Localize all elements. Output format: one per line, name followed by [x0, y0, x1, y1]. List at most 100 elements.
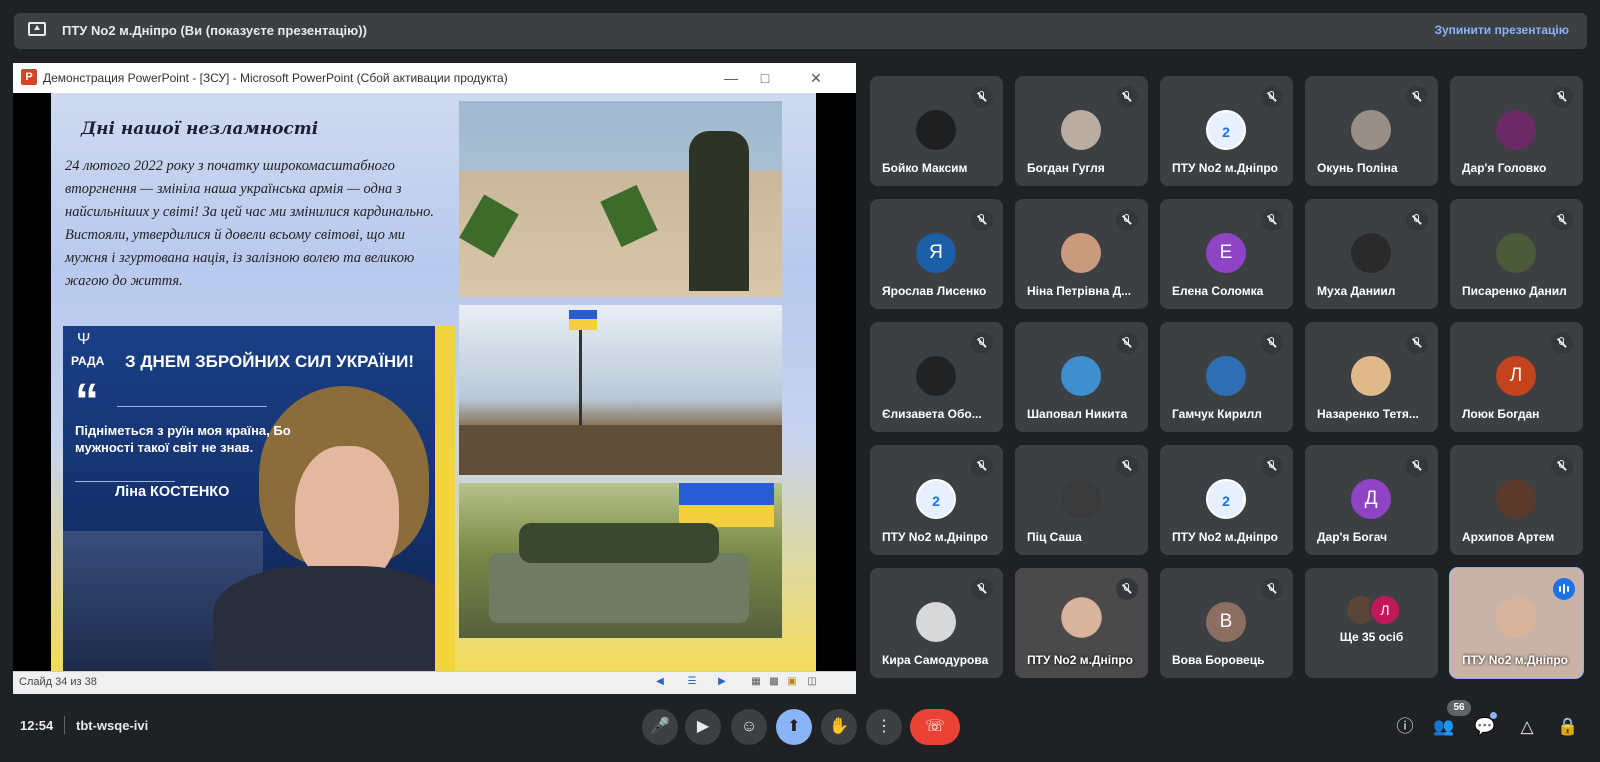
avatar: [1061, 233, 1101, 273]
mic-button[interactable]: 🎤: [642, 709, 678, 745]
avatar: [1206, 356, 1246, 396]
slide-area: Дні нашої незламності 24 лютого 2022 рок…: [13, 93, 856, 671]
participant-tile[interactable]: Л Ще 35 осіб: [1305, 568, 1438, 678]
present-button[interactable]: ⬆: [776, 709, 812, 745]
participant-tile[interactable]: Муха Даниил: [1305, 199, 1438, 309]
menu-icon[interactable]: ☰: [685, 676, 699, 688]
participant-name: ПТУ No2 м.Дніпро: [882, 530, 989, 544]
participant-name: Ярослав Лисенко: [882, 284, 987, 298]
participant-tile[interactable]: Єлизавета Обо...: [870, 322, 1003, 432]
presenting-banner: ПТУ No2 м.Дніпро (Ви (показуєте презента…: [14, 13, 1587, 49]
next-slide-icon[interactable]: ▶: [715, 676, 729, 688]
participant-tile[interactable]: Бойко Максим: [870, 76, 1003, 186]
more-options-button[interactable]: ⋮: [866, 709, 902, 745]
slide: Дні нашої незламності 24 лютого 2022 рок…: [51, 93, 816, 671]
activities-icon[interactable]: △: [1515, 715, 1539, 739]
clock: 12:54: [20, 718, 54, 733]
info-icon[interactable]: ⓘ: [1393, 715, 1417, 739]
mic-off-icon: [1551, 86, 1573, 108]
avatar: [916, 602, 956, 642]
avatar: 2: [1206, 110, 1246, 150]
participant-tile[interactable]: Е Елена Соломка: [1160, 199, 1293, 309]
presenting-text: ПТУ No2 м.Дніпро (Ви (показуєте презента…: [62, 23, 367, 38]
mic-off-icon: [1406, 86, 1428, 108]
participant-tile[interactable]: 2 ПТУ No2 м.Дніпро: [1160, 76, 1293, 186]
avatar: Л: [1496, 356, 1536, 396]
mic-off-icon: [1406, 332, 1428, 354]
stop-presenting-button[interactable]: Зупинити презентацію: [1434, 23, 1569, 37]
participant-name: ПТУ No2 м.Дніпро: [1462, 653, 1569, 667]
minimize-icon[interactable]: —: [713, 66, 749, 90]
emoji-icon: ☺: [740, 718, 758, 735]
participant-tile[interactable]: Архипов Артем: [1450, 445, 1583, 555]
participant-tile[interactable]: 2 ПТУ No2 м.Дніпро: [1160, 445, 1293, 555]
reading-view-icon[interactable]: ▣: [785, 676, 799, 688]
more-vert-icon: ⋮: [876, 718, 892, 735]
mic-off-icon: [1116, 209, 1138, 231]
participant-name: Елена Соломка: [1172, 284, 1264, 298]
mic-off-icon: [1261, 209, 1283, 231]
prev-slide-icon[interactable]: ◀: [653, 676, 667, 688]
participant-tile[interactable]: Дар'я Головко: [1450, 76, 1583, 186]
slide-counter: Слайд 34 из 38: [19, 676, 97, 688]
participant-tile[interactable]: Ніна Петрівна Д...: [1015, 199, 1148, 309]
participant-tile[interactable]: ПТУ No2 м.Дніпро: [1015, 568, 1148, 678]
close-icon[interactable]: ✕: [798, 66, 834, 90]
mic-off-icon: [971, 578, 993, 600]
participant-tile[interactable]: Писаренко Данил: [1450, 199, 1583, 309]
participant-tile[interactable]: ПТУ No2 м.Дніпро: [1449, 567, 1584, 679]
lock-person-icon[interactable]: 🔒: [1556, 715, 1580, 739]
participant-name: Лоюк Богдан: [1462, 407, 1540, 421]
participant-tile[interactable]: Гамчук Кирилл: [1160, 322, 1293, 432]
camera-button[interactable]: ▶: [685, 709, 721, 745]
participant-tile[interactable]: В Вова Боровець: [1160, 568, 1293, 678]
avatar: [1351, 356, 1391, 396]
slideshow-view-icon[interactable]: ◫: [805, 676, 819, 688]
mic-off-icon: [1116, 578, 1138, 600]
participant-name: ПТУ No2 м.Дніпро: [1027, 653, 1134, 667]
participant-tile[interactable]: Л Лоюк Богдан: [1450, 322, 1583, 432]
poster-headline: З ДНЕМ ЗБРОЙНИХ СИЛ УКРАЇНИ!: [125, 352, 415, 371]
poster-author: Ліна КОСТЕНКО: [115, 484, 230, 500]
participant-name: Богдан Гугля: [1027, 161, 1105, 175]
raise-hand-button[interactable]: ✋: [821, 709, 857, 745]
participant-tile[interactable]: Кира Самодурова: [870, 568, 1003, 678]
participant-name: Ще 35 осіб: [1339, 630, 1404, 644]
participant-tile[interactable]: 2 ПТУ No2 м.Дніпро: [870, 445, 1003, 555]
participant-tile[interactable]: Богдан Гугля: [1015, 76, 1148, 186]
participant-tile[interactable]: Окунь Поліна: [1305, 76, 1438, 186]
participant-name: Писаренко Данил: [1462, 284, 1567, 298]
poster: Ψ РАДА З ДНЕМ ЗБРОЙНИХ СИЛ УКРАЇНИ! “ Пі…: [63, 326, 455, 671]
emoji-button[interactable]: ☺: [731, 709, 767, 745]
mic-off-icon: [1116, 86, 1138, 108]
participant-tile[interactable]: Піц Саша: [1015, 445, 1148, 555]
participant-name: Шаповал Никита: [1027, 407, 1128, 421]
powerpoint-titlebar: P Демонстрация PowerPoint - [ЗСУ] - Micr…: [13, 63, 856, 93]
sorter-view-icon[interactable]: ▩: [767, 676, 781, 688]
meeting-code: tbt-wsqe-ivi: [76, 718, 149, 733]
soldier-beach-photo: [459, 101, 782, 297]
participant-name: Архипов Артем: [1462, 530, 1555, 544]
mic-off-icon: [971, 455, 993, 477]
call-end-icon: ☏: [924, 718, 945, 735]
maximize-icon[interactable]: □: [747, 66, 783, 90]
slide-title: Дні нашої незламності: [81, 119, 319, 139]
participant-tile[interactable]: Шаповал Никита: [1015, 322, 1148, 432]
avatar: 2: [1206, 479, 1246, 519]
mic-off-icon: [971, 209, 993, 231]
participant-name: ПТУ No2 м.Дніпро: [1172, 530, 1279, 544]
participant-name: Піц Саша: [1027, 530, 1082, 544]
normal-view-icon[interactable]: ▦: [749, 676, 763, 688]
participant-name: Ніна Петрівна Д...: [1027, 284, 1132, 298]
avatar: Я: [916, 233, 956, 273]
avatar: В: [1206, 602, 1246, 642]
participant-tile[interactable]: Д Дар'я Богач: [1305, 445, 1438, 555]
avatar: [1496, 233, 1536, 273]
leave-call-button[interactable]: ☏: [910, 709, 960, 745]
people-icon[interactable]: 👥: [1432, 715, 1456, 739]
mic-off-icon: [1551, 332, 1573, 354]
participant-tile[interactable]: Я Ярослав Лисенко: [870, 199, 1003, 309]
avatar: [1351, 233, 1391, 273]
chat-icon[interactable]: 💬: [1473, 715, 1497, 739]
participant-tile[interactable]: Назаренко Тетя...: [1305, 322, 1438, 432]
